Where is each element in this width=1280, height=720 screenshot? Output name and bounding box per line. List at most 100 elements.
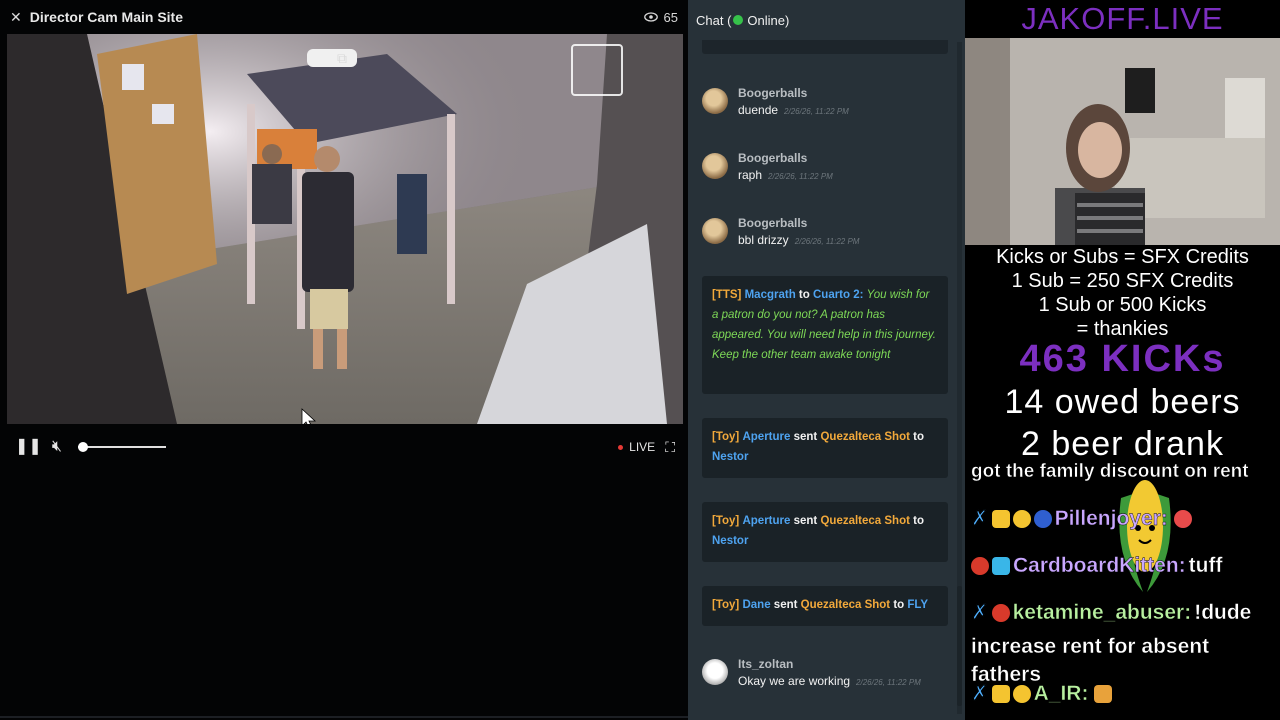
event-connector: to xyxy=(913,431,924,443)
volume-track xyxy=(77,446,166,448)
chat-message: Boogerballs bbl drizzy 2/26/26, 11:22 PM xyxy=(702,212,948,247)
cube-badge-icon xyxy=(992,557,1010,575)
scrollbar-thumb[interactable] xyxy=(957,586,962,706)
chat-message-list[interactable]: Boogerballs duende 2/26/26, 11:22 PM Boog… xyxy=(702,40,948,720)
overlay-chat-username: A_IR: xyxy=(1033,682,1089,705)
overlay-chat-text: tuff xyxy=(1188,554,1223,577)
mute-icon[interactable]: 🔇︎ xyxy=(52,439,62,455)
chat-text: bbl drizzy xyxy=(738,233,789,247)
event-item: Quezalteca Shot xyxy=(820,431,910,443)
avatar xyxy=(702,218,728,244)
event-tag: [Toy] xyxy=(712,599,740,611)
webcam-image xyxy=(965,38,1280,245)
overlay-chat-username: ketamine_abuser: xyxy=(1012,601,1192,624)
pause-icon[interactable]: ❚❚ xyxy=(15,439,42,455)
event-connector: to xyxy=(893,599,905,611)
event-sender[interactable]: Dane xyxy=(742,599,770,611)
emote-icon xyxy=(1094,685,1113,703)
tomato-badge-icon xyxy=(991,604,1010,622)
toy-event: [Toy] Aperture sent Quezalteca Shot to N… xyxy=(702,418,948,478)
online-status: Online) xyxy=(733,13,789,28)
event-sender[interactable]: Macgrath xyxy=(745,289,796,301)
overlay-chat-username: CardboardKitten: xyxy=(1013,554,1186,577)
chat-panel: Chat ( Online) Boogerballs duende 2/26/26… xyxy=(688,0,965,720)
chat-message: Boogerballs duende 2/26/26, 11:22 PM xyxy=(702,82,948,117)
chat-message: Boogerballs raph 2/26/26, 11:22 PM xyxy=(702,147,948,182)
player-header: ✕ Director Cam Main Site 65 xyxy=(0,0,688,34)
chat-header-label: Chat ( xyxy=(696,12,732,28)
event-item: Quezalteca Shot xyxy=(800,599,891,611)
emote-icon xyxy=(1173,510,1192,528)
chat-username[interactable]: Boogerballs xyxy=(738,216,859,230)
popout-icon[interactable]: ⧉ xyxy=(337,50,347,67)
event-sender[interactable]: Aperture xyxy=(742,431,790,443)
overlay-chat-line: got the family discount on rent xyxy=(971,461,1249,483)
sword-badge-icon: ✗ xyxy=(971,682,989,705)
overlay-chat-message: ✗ Pillenjoyer: xyxy=(971,505,1192,533)
chat-timestamp: 2/26/26, 11:22 PM xyxy=(784,107,849,116)
overlay-chat-message: ✗ A_IR: xyxy=(971,680,1113,708)
event-verb: sent xyxy=(793,431,818,443)
video-player: ✕ Director Cam Main Site 65 ⧉ ❚❚ 🔇︎ LIVE… xyxy=(0,0,688,720)
event-target[interactable]: Nestor xyxy=(712,535,748,547)
event-item: Quezalteca Shot xyxy=(820,515,910,527)
divider xyxy=(0,716,688,718)
event-target[interactable]: Nestor xyxy=(712,451,748,463)
overlay-rule-line: Kicks or Subs = SFX Credits xyxy=(996,246,1249,268)
online-status-label: Online) xyxy=(747,12,790,28)
live-indicator: LIVE xyxy=(618,440,655,454)
chat-text: duende xyxy=(738,103,779,117)
chat-timestamp: 2/26/26, 11:22 PM xyxy=(794,237,860,246)
player-title: Director Cam Main Site xyxy=(29,9,183,25)
sub-badge-icon xyxy=(1012,510,1031,528)
tts-event: [TTS] Macgrath to Cuarto 2: You wish for… xyxy=(702,276,948,394)
live-label: LIVE xyxy=(629,440,656,454)
avatar xyxy=(702,659,728,685)
volume-knob[interactable] xyxy=(77,442,88,452)
overlay-chat-message: CardboardKitten: tuff xyxy=(971,552,1223,580)
beers-owed: 14 owed beers xyxy=(1004,383,1241,421)
event-sender[interactable]: Aperture xyxy=(742,515,790,527)
avatar xyxy=(702,153,728,179)
player-controls: ❚❚ 🔇︎ LIVE ⛶ xyxy=(7,432,683,462)
chat-header: Chat ( Online) xyxy=(688,0,965,40)
volume-slider[interactable] xyxy=(77,440,166,454)
chat-username[interactable]: Its_zoltan xyxy=(738,657,921,671)
overlay-chat-text: !dude xyxy=(1194,601,1252,624)
chat-username[interactable]: Boogerballs xyxy=(738,86,849,100)
fullscreen-icon[interactable]: ⛶ xyxy=(665,440,675,454)
event-tag: [Toy] xyxy=(712,515,740,527)
sub-badge-icon xyxy=(991,685,1010,703)
overlay-rule-line: 1 Sub = 250 SFX Credits xyxy=(1011,270,1234,292)
viewer-count: 65 xyxy=(643,9,678,25)
online-dot-icon xyxy=(733,15,744,25)
overlay-title: JAKOFF.LIVE xyxy=(1021,1,1224,36)
event-target[interactable]: FLY xyxy=(907,599,928,611)
overlay-rules: Kicks or Subs = SFX Credits 1 Sub = 250 … xyxy=(965,245,1280,341)
overlay-rule-line: 1 Sub or 500 Kicks xyxy=(1038,294,1207,316)
sword-badge-icon: ✗ xyxy=(971,601,989,624)
close-icon[interactable]: ✕ xyxy=(10,9,22,26)
eye-icon xyxy=(643,12,658,22)
toy-event: [Toy] Dane sent Quezalteca Shot to FLY xyxy=(702,586,948,626)
event-verb: sent xyxy=(773,599,798,611)
chat-message: Its_zoltan Okay we are working 2/26/26, 1… xyxy=(702,653,948,688)
toy-event: [Toy] Aperture sent Quezalteca Shot to N… xyxy=(702,502,948,562)
sword-badge-icon: ✗ xyxy=(971,507,989,530)
viewer-count-value: 65 xyxy=(663,9,678,25)
chat-username[interactable]: Boogerballs xyxy=(738,151,833,165)
event-tag: [Toy] xyxy=(712,431,740,443)
streamer-webcam xyxy=(965,38,1280,245)
event-connector: to xyxy=(913,515,924,527)
chat-text: raph xyxy=(738,168,763,182)
event-target[interactable]: Cuarto 2: xyxy=(813,289,863,301)
overlay-chat-message: ✗ ketamine_abuser: !dude xyxy=(971,599,1252,627)
globe-badge-icon xyxy=(1033,510,1052,528)
event-connector: to xyxy=(798,289,810,301)
sub-badge-icon xyxy=(1012,685,1031,703)
video-frame[interactable]: ⧉ xyxy=(7,34,683,424)
live-dot-icon xyxy=(618,444,624,450)
event-tag: [TTS] xyxy=(712,289,742,301)
chat-scrollbar[interactable] xyxy=(957,42,962,714)
chat-timestamp: 2/26/26, 11:22 PM xyxy=(768,172,833,181)
